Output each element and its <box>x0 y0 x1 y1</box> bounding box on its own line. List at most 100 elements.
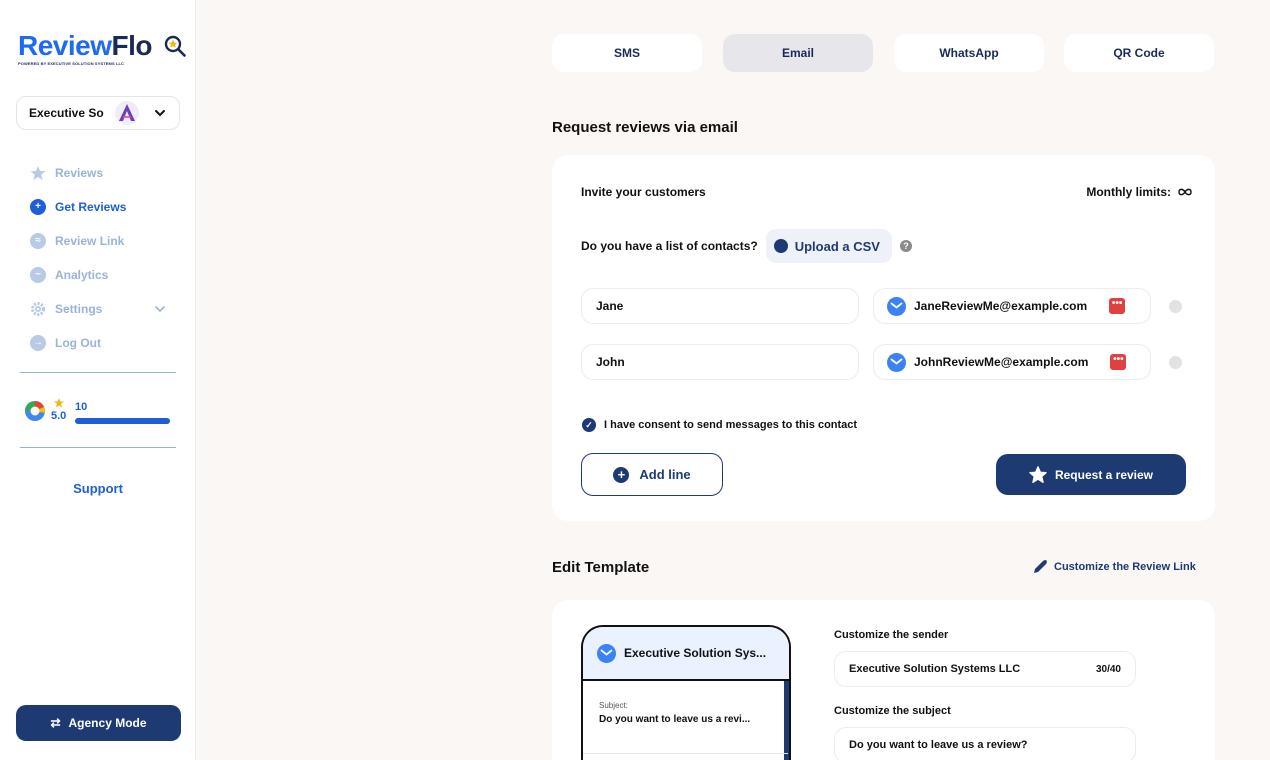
preview-subject: Do you want to leave us a revi... <box>599 714 751 725</box>
customize-link-label: Customize the Review Link <box>1054 561 1196 573</box>
brand-tagline: POWERED BY EXECUTIVE SOLUTION SYSTEMS LL… <box>18 61 125 66</box>
tab-sms[interactable]: SMS <box>552 34 702 72</box>
support-link[interactable]: Support <box>0 481 196 496</box>
infinity-icon <box>1178 188 1192 196</box>
rating-progress-bar <box>75 418 170 424</box>
contact-email-field[interactable]: JaneReviewMe@example.com ••• <box>873 288 1151 324</box>
contact-email-value: JaneReviewMe@example.com <box>914 299 1088 313</box>
account-selector[interactable]: Executive So <box>16 96 180 130</box>
consent-label: I have consent to send messages to this … <box>604 419 858 431</box>
request-card: Invite your customers Monthly limits: Do… <box>552 155 1215 521</box>
divider <box>20 447 176 448</box>
account-name: Executive So <box>29 106 104 120</box>
tab-email[interactable]: Email <box>723 34 873 72</box>
divider <box>20 372 176 373</box>
google-icon <box>25 401 46 421</box>
request-review-label: Request a review <box>1054 467 1154 482</box>
consent-checkbox-row[interactable]: ✓ I have consent to send messages to thi… <box>582 418 857 432</box>
sidebar-item-label: Settings <box>55 302 103 316</box>
contacts-question: Do you have a list of contacts? <box>581 239 758 253</box>
sidebar-item-get-reviews[interactable]: + Get Reviews <box>30 190 180 224</box>
invite-title: Invite your customers <box>581 185 706 199</box>
google-rating: 5.0 10 <box>24 398 174 430</box>
gear-icon <box>31 302 45 316</box>
sidebar-item-label: Get Reviews <box>55 200 127 214</box>
sidebar: ReviewFlo POWERED BY EXECUTIVE SOLUTION … <box>0 0 196 760</box>
sidebar-item-reviews[interactable]: Reviews <box>30 156 180 190</box>
request-section-title: Request reviews via email <box>552 119 738 136</box>
sidebar-item-review-link[interactable]: ≈ Review Link <box>30 224 180 258</box>
customize-review-link[interactable]: Customize the Review Link <box>1032 559 1196 575</box>
magnifier-star-icon <box>164 35 186 57</box>
request-review-button[interactable]: Request a review <box>996 454 1186 495</box>
star-icon <box>1029 465 1047 483</box>
upload-csv-label: Upload a CSV <box>794 238 880 254</box>
preview-subject-label: Subject: <box>599 701 628 710</box>
contact-name-field[interactable]: Jane <box>581 288 859 324</box>
add-line-label: Add line <box>639 467 691 482</box>
sidebar-item-analytics[interactable]: ~ Analytics <box>30 258 180 292</box>
monthly-limits: Monthly limits: <box>1086 185 1193 199</box>
upload-icon <box>773 239 788 253</box>
rating-progress-fill <box>75 418 170 424</box>
agency-mode-button[interactable]: ⇄ Agency Mode <box>16 705 181 741</box>
channel-tabs: SMS Email WhatsApp QR Code <box>552 34 1216 72</box>
plus-icon: + <box>30 199 46 215</box>
review-count: 10 <box>75 401 88 413</box>
contacts-row: Do you have a list of contacts? Upload a… <box>581 229 912 263</box>
brand-name-part2: Flo <box>111 30 153 61</box>
chart-icon: ~ <box>30 267 46 283</box>
monthly-limits-label: Monthly limits: <box>1086 185 1171 199</box>
brand-logo[interactable]: ReviewFlo POWERED BY EXECUTIVE SOLUTION … <box>18 30 186 66</box>
preview-scrollbar[interactable] <box>784 681 789 760</box>
contact-name-value: Jane <box>596 299 624 313</box>
swap-icon: ⇄ <box>50 716 61 730</box>
checkbox-checked-icon[interactable]: ✓ <box>582 418 596 432</box>
sidebar-item-label: Reviews <box>55 166 104 180</box>
remove-row-icon[interactable] <box>1169 300 1182 313</box>
subject-label: Customize the subject <box>834 705 951 717</box>
autofill-icon[interactable]: ••• <box>1110 354 1127 370</box>
sender-input[interactable]: Executive Solution Systems LLC 30/40 <box>834 651 1136 687</box>
sidebar-item-settings[interactable]: Settings <box>30 292 180 326</box>
sidebar-item-log-out[interactable]: → Log Out <box>30 326 180 360</box>
chevron-down-icon <box>155 306 165 313</box>
divider <box>583 753 788 754</box>
contact-name-field[interactable]: John <box>581 344 859 380</box>
preview-header: Executive Solution Sys... <box>583 627 789 681</box>
brand-name-part1: Review <box>18 30 112 61</box>
add-line-button[interactable]: + Add line <box>581 453 723 496</box>
mail-icon <box>887 296 906 316</box>
logout-icon: → <box>30 335 46 351</box>
tab-whatsapp[interactable]: WhatsApp <box>894 34 1044 72</box>
star-icon <box>54 398 64 408</box>
sender-label: Customize the sender <box>834 629 949 641</box>
subject-input[interactable]: Do you want to leave us a review? <box>834 727 1136 760</box>
template-section-title: Edit Template <box>552 559 650 576</box>
account-avatar <box>114 101 139 125</box>
contact-email-value: JohnReviewMe@example.com <box>914 355 1089 369</box>
sender-char-count: 30/40 <box>1095 663 1121 675</box>
autofill-icon[interactable]: ••• <box>1109 298 1126 314</box>
pen-icon <box>1034 560 1047 573</box>
sidebar-nav: Reviews + Get Reviews ≈ Review Link ~ An… <box>30 156 180 360</box>
star-icon <box>30 166 46 180</box>
contact-name-value: John <box>596 355 625 369</box>
chevron-down-icon <box>155 110 165 117</box>
preview-sender: Executive Solution Sys... <box>624 646 767 660</box>
mail-icon <box>597 643 616 663</box>
tab-qr-code[interactable]: QR Code <box>1064 34 1214 72</box>
sidebar-item-label: Log Out <box>55 336 101 350</box>
subject-value: Do you want to leave us a review? <box>849 739 1028 751</box>
help-icon[interactable]: ? <box>899 240 912 252</box>
remove-row-icon[interactable] <box>1169 356 1182 369</box>
chat-icon: ≈ <box>30 233 46 249</box>
preview-body: Subject: Do you want to leave us a revi.… <box>583 681 789 760</box>
email-preview-phone: Executive Solution Sys... Subject: Do yo… <box>581 625 791 760</box>
plus-icon: + <box>613 466 630 483</box>
upload-csv-button[interactable]: Upload a CSV <box>765 229 892 263</box>
contact-email-field[interactable]: JohnReviewMe@example.com ••• <box>873 344 1151 380</box>
template-card: Executive Solution Sys... Subject: Do yo… <box>552 600 1215 760</box>
sender-value: Executive Solution Systems LLC <box>849 663 1021 675</box>
sidebar-item-label: Review Link <box>55 234 125 248</box>
